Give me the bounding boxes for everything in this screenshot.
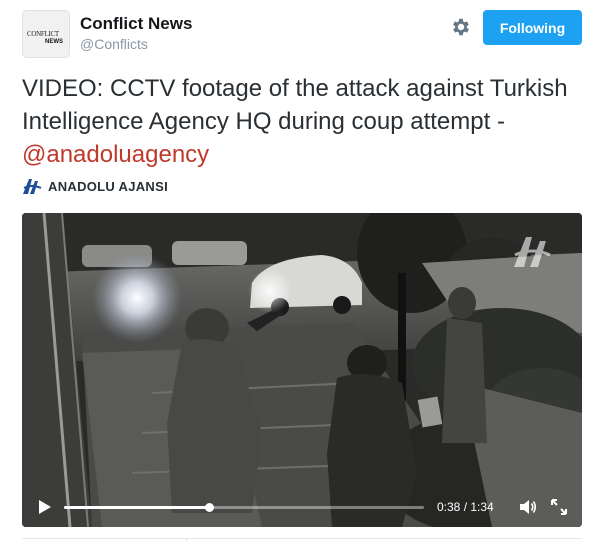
progress-thumb[interactable]: [205, 503, 215, 512]
avatar[interactable]: CONFLICT NEWS: [22, 10, 70, 58]
progress-track[interactable]: [64, 503, 424, 512]
gear-icon[interactable]: [450, 16, 472, 38]
avatar-text-bottom: NEWS: [45, 39, 63, 45]
video-player[interactable]: 0:38 / 1:34: [22, 213, 582, 527]
video-frame: [22, 213, 582, 527]
display-name[interactable]: Conflict News: [80, 14, 192, 34]
volume-icon[interactable]: [519, 498, 537, 516]
tweet-header: CONFLICT NEWS Conflict News @Conflicts F…: [22, 10, 582, 60]
media-source[interactable]: ANADOLU AJANSI: [22, 176, 168, 196]
tweet-body: VIDEO: CCTV footage of the attack agains…: [22, 75, 568, 135]
mention-link[interactable]: @anadoluagency: [22, 141, 209, 168]
time-label: 0:38 / 1:34: [437, 500, 494, 514]
account-names: Conflict News @Conflicts: [80, 14, 192, 53]
play-icon[interactable]: [37, 499, 53, 515]
handle[interactable]: @Conflicts: [80, 35, 192, 53]
anadolu-logo-icon: [23, 179, 42, 194]
progress-fill: [64, 506, 210, 509]
tweet-text: VIDEO: CCTV footage of the attack agains…: [22, 72, 582, 171]
divider-tick: [186, 538, 187, 542]
fullscreen-icon[interactable]: [550, 498, 568, 516]
following-button[interactable]: Following: [483, 10, 582, 45]
avatar-text-top: CONFLICT: [27, 30, 59, 38]
divider: [22, 538, 582, 539]
video-controls: 0:38 / 1:34: [22, 487, 582, 527]
source-name: ANADOLU AJANSI: [48, 178, 169, 194]
